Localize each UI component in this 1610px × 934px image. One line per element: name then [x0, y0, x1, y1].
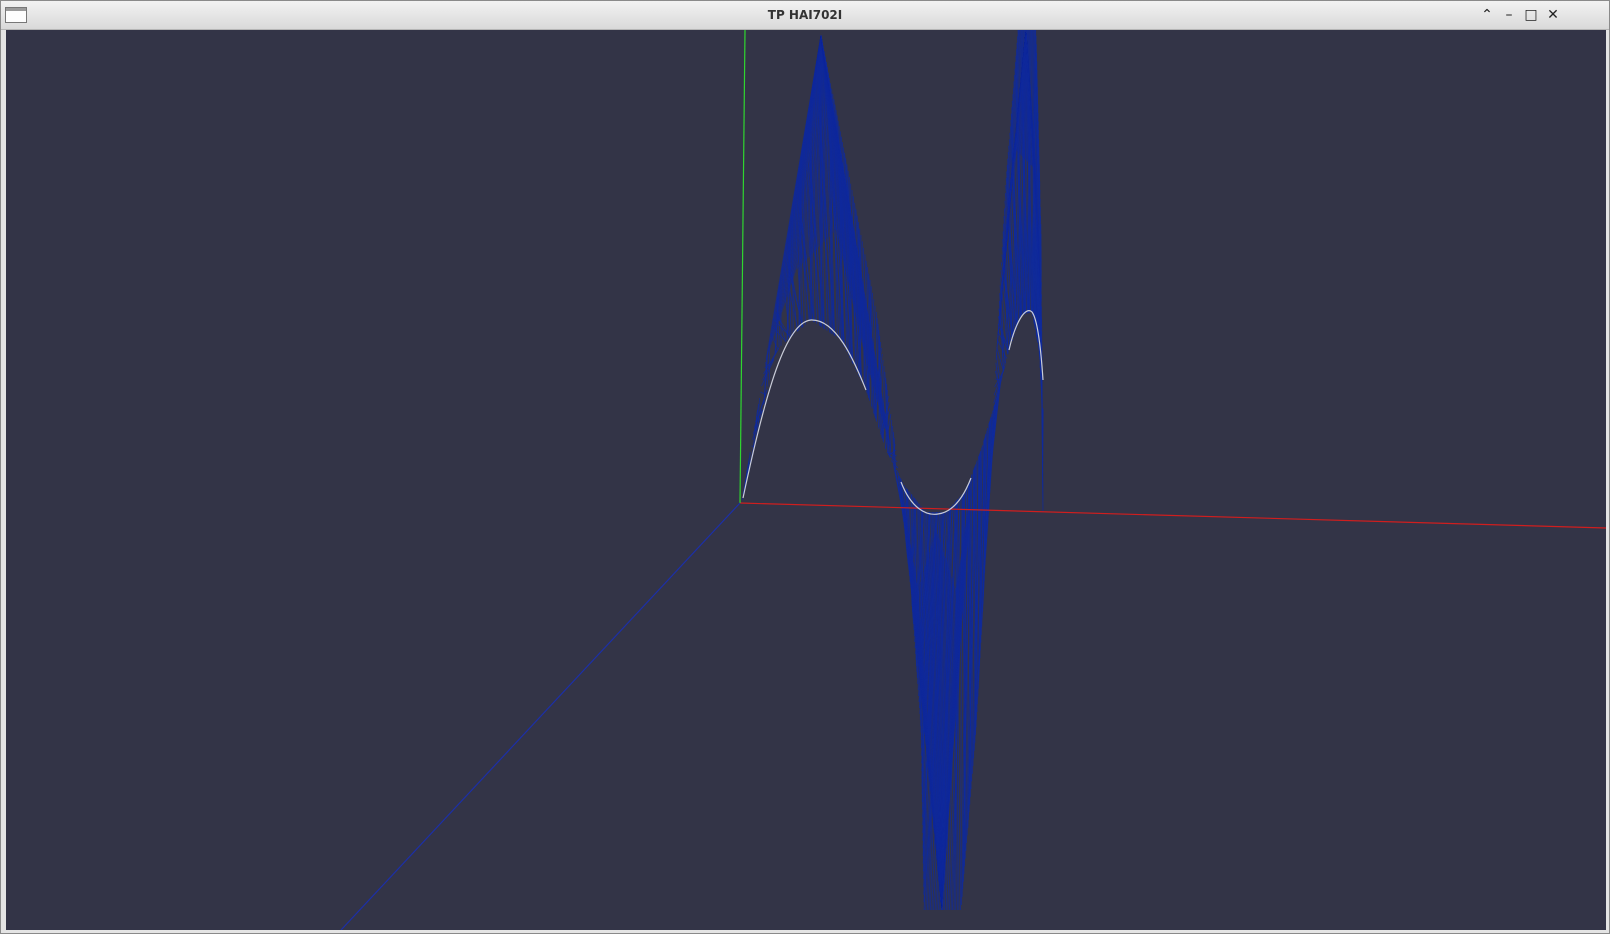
3d-scene[interactable] [6, 30, 1606, 930]
mesh-line [892, 425, 895, 466]
mesh-line [889, 419, 893, 458]
opengl-viewport[interactable] [6, 30, 1606, 930]
x-axis [739, 502, 1606, 529]
window-title: TP HAI702I [767, 8, 843, 22]
app-window: TP HAI702I ⌃ – □ ✕ [0, 0, 1610, 934]
minimize-icon[interactable]: – [1499, 5, 1519, 25]
mesh-line [741, 497, 744, 501]
maximize-icon[interactable]: □ [1521, 5, 1541, 25]
z-axis [340, 502, 741, 930]
chevron-up-icon[interactable]: ⌃ [1477, 5, 1497, 25]
mesh-line [980, 451, 982, 643]
surface-mesh [741, 30, 1044, 911]
y-axis [739, 30, 746, 504]
mesh-line [762, 347, 780, 381]
title-bar[interactable]: TP HAI702I ⌃ – □ ✕ [1, 1, 1609, 30]
close-icon[interactable]: ✕ [1543, 5, 1563, 25]
